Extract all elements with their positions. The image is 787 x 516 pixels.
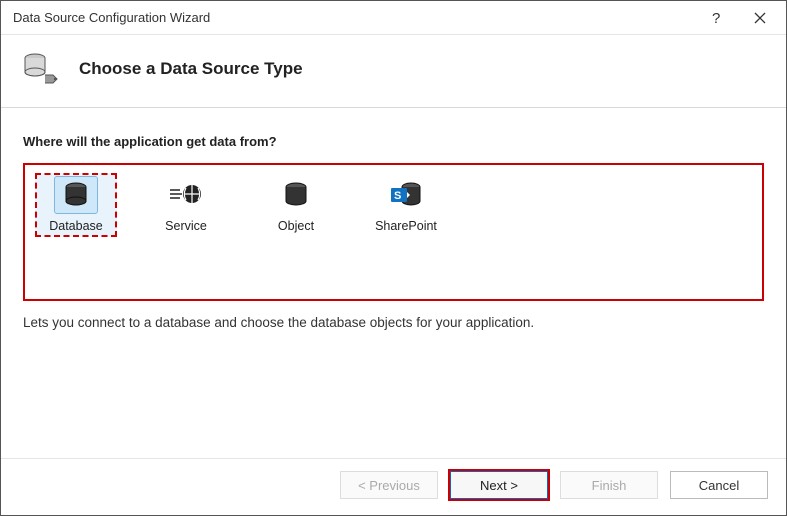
prompt-label: Where will the application get data from…: [23, 134, 764, 149]
wizard-header: Choose a Data Source Type: [1, 35, 786, 107]
cancel-button[interactable]: Cancel: [670, 471, 768, 499]
datasource-icon: [21, 49, 61, 89]
wizard-content: Where will the application get data from…: [1, 107, 786, 458]
option-label: SharePoint: [375, 219, 437, 233]
wizard-footer: < Previous Next > Finish Cancel: [1, 458, 786, 515]
option-label: Object: [278, 219, 314, 233]
help-icon: ?: [710, 10, 722, 26]
option-object[interactable]: Object: [255, 173, 337, 237]
close-button[interactable]: [738, 3, 782, 33]
option-label: Service: [165, 219, 207, 233]
data-source-options: Database Service: [23, 163, 764, 301]
finish-button[interactable]: Finish: [560, 471, 658, 499]
previous-button[interactable]: < Previous: [340, 471, 438, 499]
titlebar: Data Source Configuration Wizard ?: [1, 1, 786, 35]
titlebar-controls: ?: [694, 3, 782, 33]
option-label: Database: [49, 219, 103, 233]
svg-text:S: S: [394, 190, 401, 202]
wizard-step-title: Choose a Data Source Type: [79, 59, 303, 79]
database-icon: [55, 177, 97, 213]
wizard-window: Data Source Configuration Wizard ? Choos…: [0, 0, 787, 516]
option-database[interactable]: Database: [35, 173, 117, 237]
sharepoint-icon: S: [385, 177, 427, 213]
window-title: Data Source Configuration Wizard: [13, 10, 210, 25]
help-button[interactable]: ?: [694, 3, 738, 33]
service-icon: [165, 177, 207, 213]
close-icon: [754, 12, 766, 24]
svg-text:?: ?: [712, 10, 720, 26]
object-icon: [275, 177, 317, 213]
option-sharepoint[interactable]: S SharePoint: [365, 173, 447, 237]
next-button[interactable]: Next >: [450, 471, 548, 499]
option-service[interactable]: Service: [145, 173, 227, 237]
option-description: Lets you connect to a database and choos…: [23, 315, 764, 330]
